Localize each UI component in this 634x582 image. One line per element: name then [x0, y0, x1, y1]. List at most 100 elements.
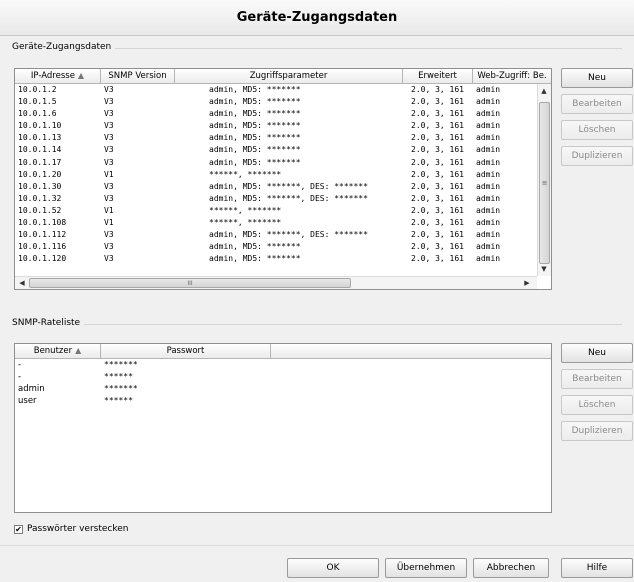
horizontal-scroll-thumb[interactable]: III [29, 278, 351, 288]
table-cell: V3 [104, 85, 114, 94]
window-titlebar: Geräte-Zugangsdaten [0, 0, 634, 36]
table-cell: 2.0, 3, 161 [411, 109, 464, 119]
table-cell: 2.0, 3, 161 [411, 157, 464, 167]
table-cell: admin [476, 193, 501, 203]
access-delete-button[interactable]: Löschen [561, 120, 633, 140]
table-cell: admin, MD5: ******* [209, 242, 301, 252]
group-divider [12, 324, 622, 325]
scroll-left-arrow-icon[interactable]: ◀ [16, 279, 28, 287]
snmp-delete-button[interactable]: Löschen [561, 395, 633, 415]
table-row[interactable]: 10.0.1.120 V3 admin, MD5: ******* 2.0, 3, 1… [15, 253, 537, 265]
table-cell: V1 [104, 218, 114, 228]
access-duplicate-button[interactable]: Duplizieren [561, 146, 633, 166]
access-new-button[interactable]: Neu [561, 68, 633, 88]
table-cell: 2.0, 3, 161 [411, 145, 464, 155]
table-cell: 10.0.1.6 [18, 109, 57, 119]
table-cell: ******* [104, 384, 138, 394]
table-row[interactable]: 10.0.1.30 V3 admin, MD5: *******, DES: ***… [15, 181, 537, 193]
column-header-access-params[interactable]: Zugriffsparameter [175, 69, 403, 83]
table-cell: admin [476, 230, 501, 240]
table-row[interactable]: 10.0.1.52 V1 ******, ******* 2.0, 3, 161 adm… [15, 205, 537, 217]
list-item[interactable]: user ****** [15, 395, 551, 407]
table-row[interactable]: 10.0.1.20 V1 ******, ******* 2.0, 3, 161 adm… [15, 169, 537, 181]
horizontal-scrollbar[interactable]: ◀ III ▶ [15, 276, 537, 289]
table-cell: 10.0.1.20 [18, 169, 62, 179]
table-row[interactable]: 10.0.1.112 V3 admin, MD5: *******, DES: **… [15, 229, 537, 241]
checkmark-icon: ✔ [15, 525, 22, 534]
snmp-edit-button[interactable]: Bearbeiten [561, 369, 633, 389]
table-row[interactable]: 10.0.1.5 V3 admin, MD5: ******* 2.0, 3, 161… [15, 96, 537, 108]
table-cell: 10.0.1.17 [18, 157, 62, 167]
table-cell: 2.0, 3, 161 [411, 242, 464, 252]
column-label: IP-Adresse [30, 71, 75, 81]
table-cell: admin [476, 85, 501, 94]
table-row[interactable]: 10.0.1.17 V3 admin, MD5: ******* 2.0, 3, 16… [15, 157, 537, 169]
table-row[interactable]: 10.0.1.10 V3 admin, MD5: ******* 2.0, 3, 16… [15, 120, 537, 132]
vertical-scroll-thumb[interactable]: ≡ [539, 102, 550, 264]
column-header-user[interactable]: Benutzer ▲ [15, 344, 101, 358]
column-label: Benutzer [33, 346, 73, 356]
table-cell: 10.0.1.30 [18, 181, 62, 191]
scroll-up-arrow-icon[interactable]: ▲ [538, 87, 550, 95]
table-row[interactable]: 10.0.1.108 V1 ******, ******* 2.0, 3, 161 ad… [15, 217, 537, 229]
table-cell: V3 [104, 97, 114, 107]
access-table[interactable]: IP-Adresse ▲ SNMP Version Zugriffsparamet… [14, 68, 552, 290]
table-row[interactable]: 10.0.1.6 V3 admin, MD5: ******* 2.0, 3, 161… [15, 108, 537, 120]
column-header-web-access[interactable]: Web-Zugriff: Be. [473, 69, 551, 83]
sort-ascending-icon: ▲ [75, 346, 82, 355]
table-cell: V3 [104, 254, 114, 264]
table-cell: 2.0, 3, 161 [411, 181, 464, 191]
table-cell: ******, ******* [209, 218, 282, 228]
table-cell: V3 [104, 109, 114, 119]
table-cell: 2.0, 3, 161 [411, 121, 464, 131]
table-cell: V3 [104, 145, 114, 155]
apply-button[interactable]: Übernehmen [385, 558, 467, 578]
table-row[interactable]: 10.0.1.116 V3 admin, MD5: ******* 2.0, 3, 1… [15, 241, 537, 253]
table-cell: 10.0.1.5 [18, 97, 57, 107]
column-header-extended[interactable]: Erweitert [403, 69, 473, 83]
cancel-button[interactable]: Abbrechen [473, 558, 549, 578]
list-item[interactable]: admin ******* [15, 383, 551, 395]
snmp-table-body: - ******* - ****** admin ******* user ****** [15, 359, 551, 407]
table-cell: admin [476, 169, 501, 179]
table-cell: admin [476, 121, 501, 131]
table-cell: 10.0.1.14 [18, 145, 62, 155]
table-row[interactable]: 10.0.1.13 V3 admin, MD5: ******* 2.0, 3, 16… [15, 132, 537, 144]
hide-passwords-checkbox[interactable]: ✔ [14, 525, 23, 534]
snmp-new-button[interactable]: Neu [561, 343, 633, 363]
table-cell: admin, MD5: ******* [209, 157, 301, 167]
table-cell: - [18, 360, 22, 370]
column-header-password[interactable]: Passwort [101, 344, 271, 358]
table-cell: 10.0.1.13 [18, 133, 62, 143]
access-group-label: Geräte-Zugangsdaten [12, 42, 116, 52]
sort-ascending-icon: ▲ [77, 71, 85, 80]
table-cell: V1 [104, 205, 114, 215]
table-cell: 2.0, 3, 161 [411, 85, 464, 94]
table-row[interactable]: 10.0.1.2 V3 admin, MD5: ******* 2.0, 3, 161… [15, 84, 537, 96]
snmp-table[interactable]: Benutzer ▲ Passwort - ******* - ****** admin *… [14, 343, 552, 513]
table-row[interactable]: 10.0.1.32 V3 admin, MD5: *******, DES: ***… [15, 193, 537, 205]
ok-button[interactable]: OK [287, 558, 379, 578]
scroll-grip-icon: III [187, 279, 193, 287]
list-item[interactable]: - ******* [15, 359, 551, 371]
access-edit-button[interactable]: Bearbeiten [561, 94, 633, 114]
table-cell: V1 [104, 169, 114, 179]
table-cell: 2.0, 3, 161 [411, 169, 464, 179]
table-cell: V3 [104, 121, 114, 131]
list-item[interactable]: - ****** [15, 371, 551, 383]
scroll-right-arrow-icon[interactable]: ▶ [521, 279, 533, 287]
vertical-scrollbar[interactable]: ▲ ≡ ▼ [537, 84, 551, 276]
table-cell: ******, ******* [209, 205, 282, 215]
table-cell: admin [476, 181, 501, 191]
table-cell: admin [476, 205, 501, 215]
table-cell: admin, MD5: ******* [209, 121, 301, 131]
help-button[interactable]: Hilfe [561, 558, 633, 578]
scroll-down-arrow-icon[interactable]: ▼ [538, 265, 550, 273]
snmp-duplicate-button[interactable]: Duplizieren [561, 421, 633, 441]
column-header-ip[interactable]: IP-Adresse ▲ [15, 69, 101, 83]
table-row[interactable]: 10.0.1.14 V3 admin, MD5: ******* 2.0, 3, 16… [15, 144, 537, 156]
column-header-snmp-version[interactable]: SNMP Version [101, 69, 175, 83]
table-cell: admin [476, 133, 501, 143]
table-cell: V3 [104, 242, 114, 252]
table-cell: V3 [104, 230, 114, 240]
